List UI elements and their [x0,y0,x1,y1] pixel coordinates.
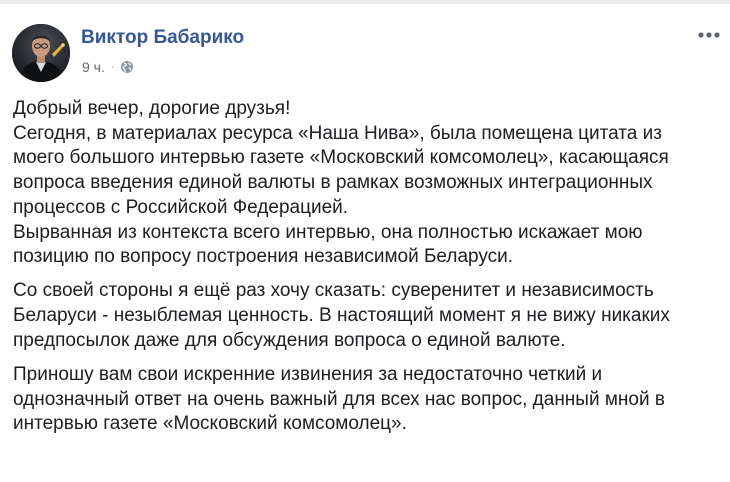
text-line: Сегодня, в материалах ресурса «Наша Нива… [13,122,662,144]
text-line: вопроса введения единой валюты в рамках … [13,172,653,194]
post-paragraph: Со своей стороны я ещё раз хочу сказать:… [13,279,719,353]
more-options-icon[interactable] [697,27,721,43]
post-paragraph: Добрый вечер, дорогие друзья! Сегодня, в… [13,97,719,270]
text-line: предпосылок даже для обсуждения вопроса … [13,329,566,351]
timestamp-link[interactable]: 9 ч. [82,59,105,75]
post-paragraph: Приношу вам свои искренние извинения за … [13,363,719,437]
text-line: Приношу вам свои искренние извинения за … [13,364,603,386]
post-text: Добрый вечер, дорогие друзья! Сегодня, в… [13,97,719,437]
text-line: моего большого интервью газете «Московск… [13,147,669,169]
text-line: Вырванная из контекста всего интервью, о… [13,221,643,243]
text-line: Беларуси - незыблемая ценность. В настоя… [13,305,670,327]
globe-icon[interactable] [120,60,134,74]
text-line: однозначный ответ на очень важный для вс… [13,388,665,410]
post-meta: 9 ч. · [82,59,134,75]
text-line: Со своей стороны я ещё раз хочу сказать:… [13,280,654,302]
text-line: интервью газете «Московский комсомолец». [13,413,407,435]
author-avatar[interactable] [12,24,70,82]
facebook-post: Виктор Бабарико 9 ч. · Добрый вечер, дор… [0,4,730,482]
author-name-link[interactable]: Виктор Бабарико [81,27,244,49]
meta-separator: · [110,61,115,73]
text-line: позицию по вопросу построения независимо… [13,246,514,268]
profile-photo [12,24,70,82]
text-line: процессов с Российской Федерацией. [13,196,349,218]
text-line: Добрый вечер, дорогие друзья! [13,98,291,119]
